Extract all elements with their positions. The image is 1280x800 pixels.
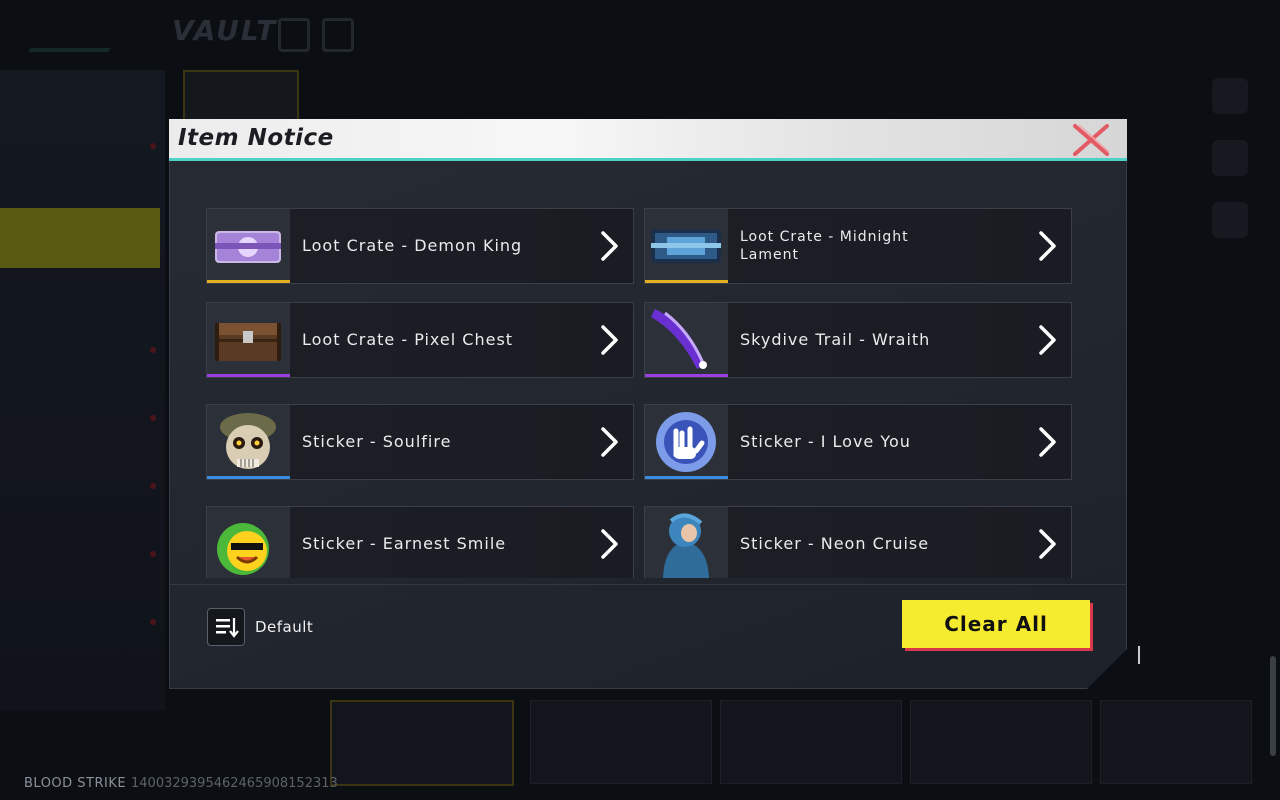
chevron-right-icon xyxy=(1037,425,1059,459)
chevron-right-icon xyxy=(1037,229,1059,263)
sidebar-item xyxy=(0,70,160,130)
sidebar-item xyxy=(0,550,160,610)
item-card[interactable]: Loot Crate - Demon King xyxy=(206,208,634,284)
sidebar-item xyxy=(0,482,160,542)
item-label: Loot Crate - Pixel Chest xyxy=(302,330,514,349)
chevron-right-icon xyxy=(599,323,621,357)
trail-icon xyxy=(645,303,728,377)
item-label: Sticker - Neon Cruise xyxy=(740,534,930,553)
footer-brand: BLOOD STRIKE xyxy=(24,776,127,791)
notification-dot xyxy=(150,347,156,353)
chevron-right-icon xyxy=(1037,323,1059,357)
sidebar-item xyxy=(0,414,160,474)
chevron-right-icon xyxy=(599,425,621,459)
item-card[interactable]: Loot Crate - Midnight Lament xyxy=(644,208,1072,284)
item-card[interactable]: Sticker - Earnest Smile xyxy=(206,506,634,578)
heart-icon xyxy=(1212,202,1248,238)
item-card[interactable]: Loot Crate - Pixel Chest xyxy=(206,302,634,378)
item-card[interactable]: Sticker - I Love You xyxy=(644,404,1072,480)
crate-purple-icon xyxy=(207,209,290,283)
item-label: Loot Crate - Midnight Lament xyxy=(740,229,909,263)
hand-sticker-icon xyxy=(645,405,728,479)
notification-dot xyxy=(150,551,156,557)
notification-dot xyxy=(150,143,156,149)
scrollbar[interactable] xyxy=(1270,656,1276,756)
game-logo xyxy=(28,18,128,52)
bottom-card xyxy=(1100,700,1252,784)
vault-title: VAULT xyxy=(172,14,278,47)
close-icon xyxy=(1073,124,1110,156)
sidebar-item xyxy=(0,346,160,406)
hood-sticker-icon xyxy=(645,507,728,578)
bottom-card xyxy=(910,700,1092,784)
sidebar-item-active xyxy=(0,208,160,268)
moon-icon xyxy=(1212,78,1248,114)
lock-icon xyxy=(278,18,310,52)
notification-dot xyxy=(150,415,156,421)
sort-icon xyxy=(216,618,239,638)
notification-dot xyxy=(150,619,156,625)
chevron-right-icon xyxy=(599,527,621,561)
rarity-bar xyxy=(645,476,728,479)
item-card[interactable]: Skydive Trail - Wraith xyxy=(644,302,1072,378)
item-label: Sticker - I Love You xyxy=(740,432,911,451)
bottom-card xyxy=(330,700,514,786)
bottom-card xyxy=(530,700,712,784)
clear-all-button[interactable]: Clear All xyxy=(902,600,1090,648)
divider-tick xyxy=(1138,646,1140,664)
item-card[interactable]: Sticker - Soulfire xyxy=(206,404,634,480)
rarity-bar xyxy=(645,280,728,283)
sidebar-item xyxy=(0,278,160,338)
item-label: Sticker - Earnest Smile xyxy=(302,534,507,553)
dialog-title: Item Notice xyxy=(178,125,334,151)
sidebar-item xyxy=(0,138,160,198)
divider xyxy=(169,584,1127,585)
smile-sticker-icon xyxy=(207,507,290,578)
rarity-bar xyxy=(207,374,290,377)
item-label: Loot Crate - Demon King xyxy=(302,236,523,255)
sidebar-item xyxy=(0,618,160,678)
item-card[interactable]: Sticker - Neon Cruise xyxy=(644,506,1072,578)
item-notice-dialog: Item Notice Loot Crate - Demon King Loot … xyxy=(169,119,1127,689)
notification-dot xyxy=(150,483,156,489)
chevron-right-icon xyxy=(599,229,621,263)
crate-blue-icon xyxy=(645,209,728,283)
item-list[interactable]: Loot Crate - Demon King Loot Crate - Midn… xyxy=(206,208,1076,578)
bottom-card xyxy=(720,700,902,784)
footer-player-id: 1400329395462465908152313 xyxy=(131,776,338,791)
item-label: Skydive Trail - Wraith xyxy=(740,330,931,349)
vault-sidebar xyxy=(0,70,165,710)
dialog-header: Item Notice xyxy=(169,119,1127,161)
star-icon xyxy=(1212,140,1248,176)
sort-button[interactable] xyxy=(207,608,245,646)
chest-icon xyxy=(207,303,290,377)
rarity-bar xyxy=(207,476,290,479)
close-button[interactable] xyxy=(1071,122,1111,158)
rarity-bar xyxy=(645,374,728,377)
chevron-right-icon xyxy=(1037,527,1059,561)
rarity-bar xyxy=(207,280,290,283)
item-label: Sticker - Soulfire xyxy=(302,432,452,451)
grid-icon xyxy=(322,18,354,52)
skull-sticker-icon xyxy=(207,405,290,479)
sort-label: Default xyxy=(255,618,314,636)
